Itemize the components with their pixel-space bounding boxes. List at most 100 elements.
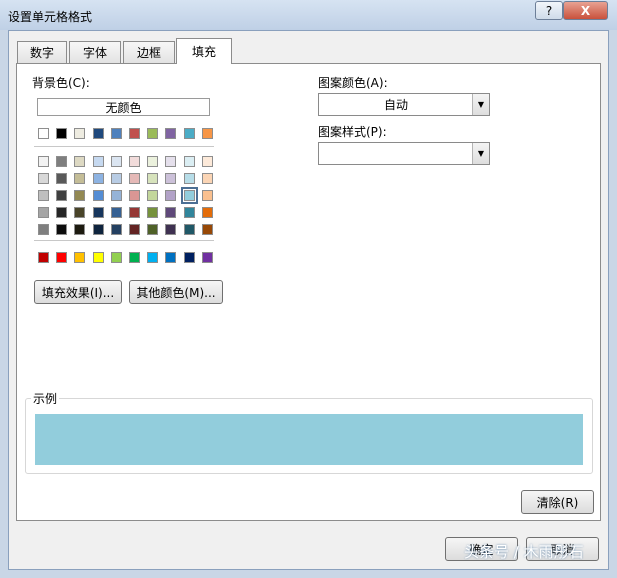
color-swatch[interactable]: [92, 190, 104, 201]
color-swatch[interactable]: [183, 224, 195, 235]
color-swatch[interactable]: [56, 173, 68, 184]
fill-effects-button[interactable]: 填充效果(I)...: [34, 280, 122, 304]
dialog-body: 数字 字体 边框 填充 背景色(C): 无颜色 填充效果(I)... 其他颜色(…: [8, 30, 609, 570]
color-swatch[interactable]: [110, 207, 122, 218]
tab-number[interactable]: 数字: [17, 41, 67, 63]
color-swatch[interactable]: [147, 252, 159, 263]
palette-separator: [34, 146, 214, 147]
sample-preview: [35, 414, 583, 465]
dialog-title: 设置单元格格式: [8, 10, 93, 24]
color-swatch[interactable]: [110, 252, 122, 263]
color-swatch[interactable]: [129, 173, 140, 184]
title-bar: 设置单元格格式 ? X: [0, 0, 617, 30]
color-swatch[interactable]: [129, 224, 140, 235]
color-swatch[interactable]: [74, 224, 86, 235]
color-swatch[interactable]: [165, 128, 177, 139]
color-swatch[interactable]: [201, 224, 213, 235]
color-swatch[interactable]: [201, 128, 213, 139]
no-color-button[interactable]: 无颜色: [37, 98, 210, 116]
color-swatch[interactable]: [201, 173, 213, 184]
color-swatch[interactable]: [201, 156, 213, 167]
color-swatch[interactable]: [183, 173, 195, 184]
color-swatch[interactable]: [38, 207, 49, 218]
color-swatch[interactable]: [201, 190, 213, 201]
color-swatch[interactable]: [129, 207, 140, 218]
sample-label: 示例: [31, 390, 60, 407]
background-color-label: 背景色(C):: [32, 76, 90, 90]
color-swatch[interactable]: [165, 252, 177, 263]
color-swatch[interactable]: [74, 128, 86, 139]
color-swatch[interactable]: [183, 252, 195, 263]
tab-fill[interactable]: 填充: [176, 38, 232, 64]
color-swatch[interactable]: [165, 207, 177, 218]
chevron-down-icon[interactable]: ▼: [472, 143, 489, 164]
color-swatch[interactable]: [38, 224, 49, 235]
color-swatch[interactable]: [129, 128, 140, 139]
color-swatch[interactable]: [147, 173, 159, 184]
color-swatch[interactable]: [56, 224, 68, 235]
color-swatch[interactable]: [129, 190, 140, 201]
color-swatch[interactable]: [56, 207, 68, 218]
color-swatch[interactable]: [56, 128, 68, 139]
pattern-style-label: 图案样式(P):: [318, 125, 387, 139]
color-swatch[interactable]: [129, 252, 140, 263]
color-swatch[interactable]: [110, 128, 122, 139]
pattern-style-select[interactable]: ▼: [318, 142, 490, 165]
color-swatch[interactable]: [110, 156, 122, 167]
color-swatch[interactable]: [74, 156, 86, 167]
color-swatch[interactable]: [147, 156, 159, 167]
color-swatch[interactable]: [38, 190, 49, 201]
color-swatch[interactable]: [147, 190, 159, 201]
color-swatch[interactable]: [165, 224, 177, 235]
color-swatch[interactable]: [92, 128, 104, 139]
color-swatch[interactable]: [56, 156, 68, 167]
color-swatch[interactable]: [165, 156, 177, 167]
tab-border[interactable]: 边框: [123, 41, 175, 63]
color-swatch[interactable]: [129, 156, 140, 167]
color-swatch[interactable]: [92, 173, 104, 184]
pattern-color-value: 自动: [383, 98, 408, 112]
close-button[interactable]: X: [563, 1, 608, 20]
fill-tab-panel: 背景色(C): 无颜色 填充效果(I)... 其他颜色(M)... 图案颜色(A…: [16, 63, 601, 521]
chevron-down-icon[interactable]: ▼: [472, 94, 489, 115]
color-swatch[interactable]: [92, 252, 104, 263]
color-swatch[interactable]: [201, 207, 213, 218]
watermark-text: 头条号 / 木雨彤石: [464, 543, 584, 561]
clear-button[interactable]: 清除(R): [521, 490, 594, 514]
pattern-color-label: 图案颜色(A):: [318, 76, 388, 90]
color-swatch[interactable]: [38, 156, 49, 167]
color-swatch[interactable]: [165, 190, 177, 201]
color-swatch[interactable]: [147, 128, 159, 139]
pattern-style-value: [319, 143, 473, 164]
color-swatch[interactable]: [56, 190, 68, 201]
color-swatch[interactable]: [147, 207, 159, 218]
pattern-color-select[interactable]: 自动 ▼: [318, 93, 490, 116]
close-icon: X: [580, 3, 591, 18]
color-swatch[interactable]: [183, 128, 195, 139]
color-swatch[interactable]: [180, 187, 198, 204]
more-colors-button[interactable]: 其他颜色(M)...: [129, 280, 223, 304]
help-icon: ?: [545, 3, 553, 18]
color-swatch[interactable]: [74, 207, 86, 218]
color-swatch[interactable]: [56, 252, 68, 263]
color-swatch[interactable]: [183, 207, 195, 218]
color-swatch[interactable]: [183, 156, 195, 167]
color-swatch[interactable]: [38, 252, 49, 263]
color-swatch[interactable]: [110, 190, 122, 201]
tab-font[interactable]: 字体: [69, 41, 121, 63]
color-swatch[interactable]: [147, 224, 159, 235]
color-swatch[interactable]: [74, 252, 86, 263]
palette-separator: [34, 240, 214, 241]
color-swatch[interactable]: [165, 173, 177, 184]
color-swatch[interactable]: [110, 224, 122, 235]
color-swatch[interactable]: [92, 156, 104, 167]
color-swatch[interactable]: [92, 224, 104, 235]
color-swatch[interactable]: [74, 190, 86, 201]
color-swatch[interactable]: [110, 173, 122, 184]
help-button[interactable]: ?: [535, 1, 563, 20]
color-swatch[interactable]: [38, 128, 49, 139]
color-swatch[interactable]: [74, 173, 86, 184]
color-swatch[interactable]: [201, 252, 213, 263]
color-swatch[interactable]: [92, 207, 104, 218]
color-swatch[interactable]: [38, 173, 49, 184]
